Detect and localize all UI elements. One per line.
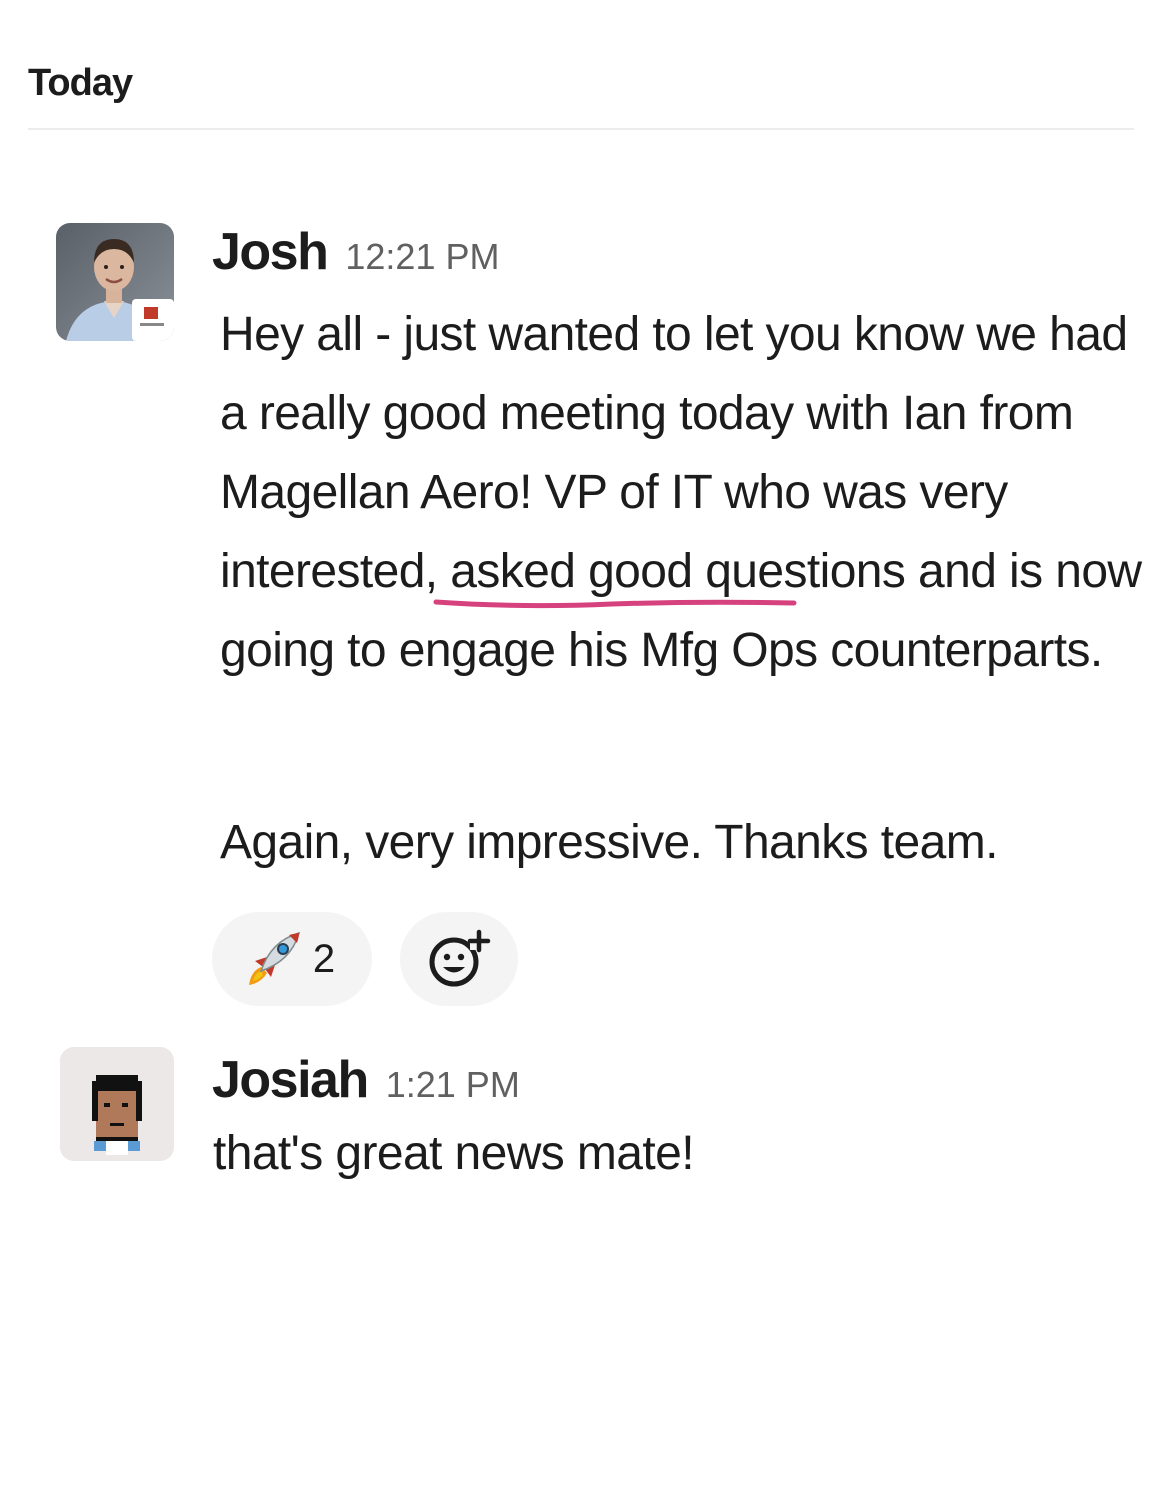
add-reaction-icon — [426, 926, 492, 992]
day-divider-line — [28, 128, 1134, 130]
message-header: Josh 12:21 PM — [212, 222, 499, 282]
reactions-bar: 2 — [212, 912, 518, 1006]
handwritten-underline — [433, 599, 797, 609]
rocket-reaction-button[interactable]: 2 — [212, 912, 372, 1006]
message-header: Josiah 1:21 PM — [212, 1050, 520, 1110]
message-text: Again, very impressive. Thanks team. — [220, 816, 998, 869]
message-pane: Today Josh 12:21 PM Hey all - just wante… — [0, 0, 1154, 1508]
author-name[interactable]: Josh — [212, 222, 329, 282]
message-text: that's great news mate! — [213, 1127, 695, 1180]
message-timestamp[interactable]: 1:21 PM — [386, 1064, 520, 1106]
add-reaction-button[interactable] — [400, 912, 518, 1006]
message-text: Hey all - just wanted to let you know we… — [220, 308, 1142, 677]
message-timestamp[interactable]: 12:21 PM — [345, 236, 499, 278]
josiah-avatar[interactable] — [60, 1047, 174, 1161]
rocket-icon — [241, 927, 305, 991]
day-divider-label: Today — [28, 62, 133, 104]
josh-avatar[interactable] — [56, 223, 174, 341]
reaction-count: 2 — [312, 936, 336, 981]
author-name[interactable]: Josiah — [212, 1050, 369, 1110]
